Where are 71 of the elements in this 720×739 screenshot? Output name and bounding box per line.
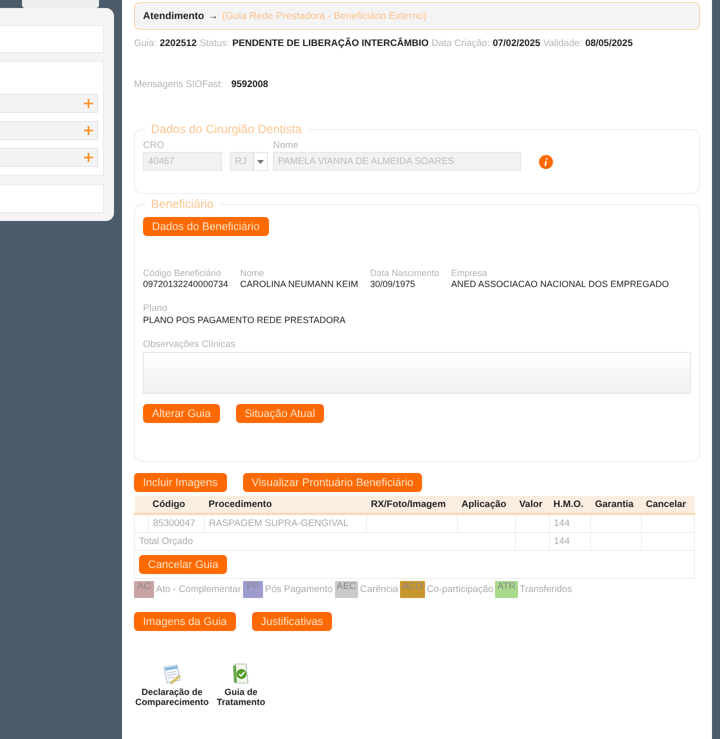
edit-guide-button[interactable]: Alterar Guia <box>143 404 220 423</box>
legend-code: AC <box>134 581 154 598</box>
guide-images-button[interactable]: Imagens da Guia <box>134 612 236 631</box>
menu-item[interactable] <box>0 148 98 167</box>
notes-field[interactable] <box>143 352 691 394</box>
field-label: Empresa <box>451 268 488 278</box>
column-header: Procedimento <box>204 496 367 514</box>
legend-label: Pós Pagamento <box>265 584 333 595</box>
column-header: H.M.O. <box>549 496 591 514</box>
legend-label: Transferidos <box>520 584 572 595</box>
beneficiary-data-button[interactable]: Dados do Beneficiário <box>143 217 269 236</box>
info-label: Validade: <box>543 38 582 49</box>
info-value: 08/05/2025 <box>585 38 633 49</box>
menu-item[interactable] <box>0 94 98 113</box>
field-label: Nome <box>273 140 300 151</box>
column-header: Cancelar <box>642 496 694 514</box>
panel-title: Dados do Cirurgião Dentista <box>150 122 303 136</box>
field-label: CRO <box>143 140 166 151</box>
column-header: Aplicação <box>457 496 516 514</box>
view-records-button[interactable]: Visualizar Prontuário Beneficiário <box>242 473 422 492</box>
table-cell: Total Orçado <box>134 532 516 550</box>
caret-icon <box>257 160 264 164</box>
breadcrumb-section[interactable]: Atendimento <box>143 10 204 22</box>
table-cell: 144 <box>549 514 591 532</box>
plus-icon[interactable] <box>84 153 93 162</box>
legend-label: Carência <box>360 584 398 595</box>
table-cell: RASPAGEM SUPRA-GENGIVAL <box>204 514 367 532</box>
legend-label: Ato - Complementar <box>156 584 242 595</box>
table-cell: 85300047 <box>148 514 205 532</box>
field-label: Data Nascimento <box>370 268 440 278</box>
info-label: Guia: <box>134 38 157 49</box>
table-cell: 144 <box>549 532 591 550</box>
plus-icon[interactable] <box>84 126 93 135</box>
add-images-button[interactable]: Incluir Imagens <box>134 473 227 492</box>
column-header: Código <box>148 496 205 514</box>
field-value: CAROLINA NEUMANN KEIM <box>240 279 358 289</box>
status-button[interactable]: Situação Atual <box>236 404 324 423</box>
messages-label: Mensagens SIOFast: <box>134 79 224 90</box>
legend-code: ATR <box>495 581 518 598</box>
field-label: Observações Clínicas <box>143 339 236 350</box>
info-value: 2202512 <box>160 38 197 49</box>
legend-code: AEC <box>334 581 358 598</box>
document-link[interactable]: Guia de Tratamento <box>216 687 266 707</box>
messages-value: 9592008 <box>231 79 268 90</box>
document-link[interactable]: Declaração de Comparecimento <box>134 687 210 707</box>
info-label: Status: <box>200 38 230 49</box>
legend-label: Co-participação <box>426 584 494 595</box>
field-label: Plano <box>143 303 168 314</box>
legend-code: PP <box>243 581 264 598</box>
breadcrumb-arrow: → <box>208 10 218 22</box>
info-value: 07/02/2025 <box>492 38 540 49</box>
justifications-button[interactable]: Justificativas <box>252 612 332 631</box>
column-header: Valor <box>515 496 550 514</box>
info-value: PENDENTE DE LIBERAÇÃO INTERCÂMBIO <box>232 38 429 49</box>
legend-code: ACO <box>400 581 425 598</box>
column-header: Garantia <box>590 496 642 514</box>
cancel-guide-button[interactable]: Cancelar Guia <box>139 555 228 574</box>
info-icon[interactable] <box>539 155 553 169</box>
panel-title: Beneficiário <box>150 197 215 211</box>
info-label: Data Criação: <box>432 38 490 49</box>
field-value: 30/09/1975 <box>370 279 416 289</box>
field-value: 09720132240000734 <box>143 279 228 289</box>
field-value: ANED ASSOCIACAO NACIONAL DOS EMPREGADO <box>451 279 669 289</box>
column-header: RX/Foto/Imagem <box>366 496 458 514</box>
document-pencil-icon[interactable] <box>161 663 183 685</box>
field-value: PLANO POS PAGAMENTO REDE PRESTADORA <box>143 315 347 325</box>
field-label: Código Beneficiário <box>143 268 222 278</box>
breadcrumb-page: (Guia Rede Prestadora - Beneficiário Externo) <box>222 10 427 22</box>
field-label: Nome <box>240 268 266 278</box>
menu-item[interactable] <box>0 121 98 140</box>
plus-icon[interactable] <box>84 99 93 108</box>
